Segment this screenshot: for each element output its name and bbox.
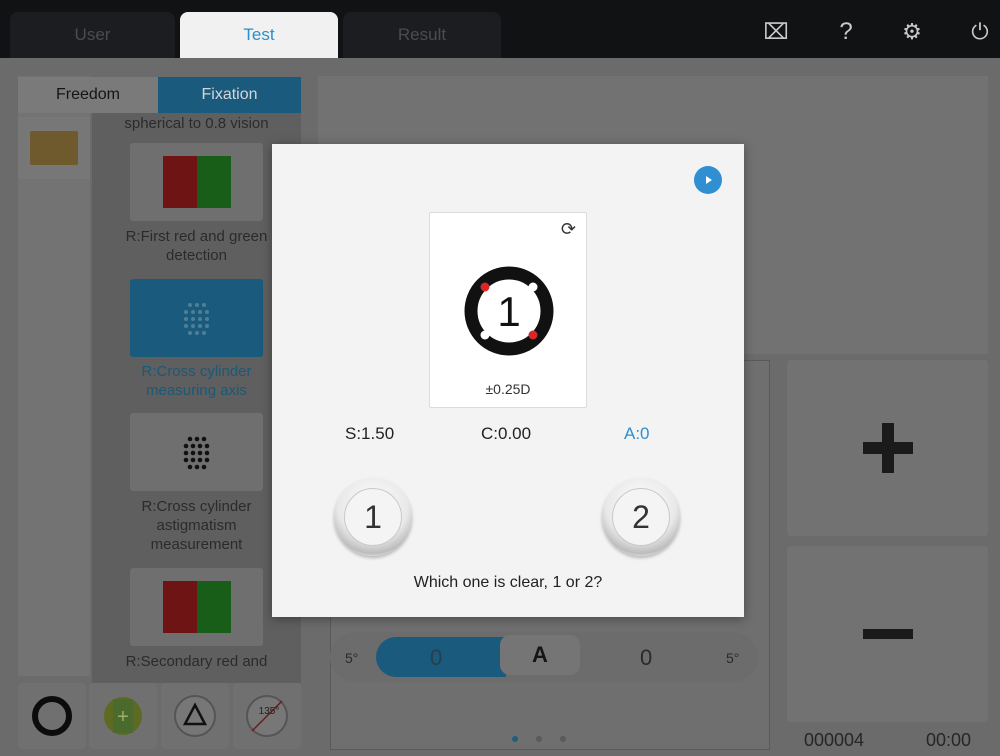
list-item-caption: R:Cross cylinder bbox=[141, 498, 252, 515]
axis-value: A:0 bbox=[624, 424, 650, 443]
choice-2-label: 2 bbox=[612, 488, 670, 546]
red-green-chart-icon bbox=[163, 581, 231, 633]
axis-label-button[interactable]: A bbox=[500, 635, 580, 675]
choice-1-button[interactable]: 1 bbox=[334, 478, 412, 556]
axis-right-value: 0 bbox=[640, 645, 653, 670]
screen-off-icon[interactable]: ⌧ bbox=[762, 18, 790, 46]
clarity-test-dialog: ⟳ 1 ±0.25D S:1.50 C:0.00 A:0 1 2 Which o… bbox=[272, 144, 744, 617]
list-item-caption: astigmatism bbox=[156, 517, 237, 534]
ring-target-icon bbox=[32, 696, 72, 736]
cross-cylinder-target-icon: 1 bbox=[464, 266, 554, 356]
question-text: Which one is clear, 1 or 2? bbox=[413, 574, 603, 591]
angle-button[interactable]: 135° bbox=[233, 683, 301, 749]
sphere-value: S:1.50 bbox=[345, 424, 395, 443]
svg-text:+: + bbox=[117, 706, 129, 728]
tab-result[interactable]: Result bbox=[343, 12, 501, 58]
list-item-caption: R:First red and green bbox=[125, 228, 268, 245]
list-item-red-green-2[interactable] bbox=[130, 568, 263, 646]
ring-target-button[interactable] bbox=[18, 683, 86, 749]
triangle-prism-icon bbox=[174, 695, 216, 737]
test-program-list: spherical to 0.8 vision R:First red and … bbox=[92, 113, 301, 683]
list-item-caption: R:Secondary red and bbox=[125, 653, 268, 670]
axis-left-value: 0 bbox=[430, 645, 443, 670]
program-folder-card[interactable] bbox=[18, 117, 90, 179]
list-item-caption: measuring axis bbox=[146, 382, 247, 399]
tab-fixation[interactable]: Fixation bbox=[158, 77, 301, 113]
list-item-caption: spherical to 0.8 vision bbox=[124, 115, 269, 132]
tab-user[interactable]: User bbox=[10, 12, 175, 58]
cylinder-power-label: ±0.25D bbox=[485, 381, 531, 397]
angle-135-icon: 135° bbox=[246, 695, 288, 737]
cylinder-value: C:0.00 bbox=[481, 424, 532, 443]
help-icon[interactable]: ? bbox=[832, 18, 860, 46]
lens-button[interactable]: + bbox=[89, 683, 157, 749]
top-bar: User Test Result ⌧ ? ⚙ ⏻ bbox=[0, 0, 1000, 58]
choice-2-button[interactable]: 2 bbox=[602, 478, 680, 556]
folder-icon bbox=[30, 131, 78, 165]
plus-button[interactable] bbox=[787, 360, 988, 536]
list-item-caption: R:Cross cylinder bbox=[141, 363, 252, 380]
dot-cluster-icon bbox=[183, 436, 210, 470]
page-dot-active[interactable] bbox=[512, 736, 518, 742]
page-dot[interactable] bbox=[536, 736, 542, 742]
tab-test[interactable]: Test bbox=[180, 12, 338, 58]
chart-preview: ⟳ 1 ±0.25D bbox=[429, 212, 587, 408]
timer: 00:00 bbox=[926, 730, 972, 750]
choice-1-label: 1 bbox=[344, 488, 402, 546]
tab-freedom[interactable]: Freedom bbox=[18, 77, 158, 113]
prism-button[interactable] bbox=[161, 683, 229, 749]
list-item-red-green-1[interactable] bbox=[130, 143, 263, 221]
page-indicator bbox=[512, 736, 566, 742]
angle-label: 135° bbox=[259, 706, 280, 717]
axis-left-step: 5° bbox=[345, 650, 359, 666]
dot-cluster-icon bbox=[184, 303, 209, 335]
list-item-cross-cylinder-astigmatism[interactable] bbox=[130, 413, 263, 491]
page-dot[interactable] bbox=[560, 736, 566, 742]
bottom-toolbar: + 135° bbox=[18, 683, 301, 751]
minus-button[interactable] bbox=[787, 546, 988, 722]
axis-right-step: 5° bbox=[726, 650, 740, 666]
play-button[interactable] bbox=[694, 166, 722, 194]
record-counter: 000004 bbox=[804, 730, 865, 750]
mode-tabs: Freedom Fixation bbox=[18, 77, 301, 113]
red-green-chart-icon bbox=[163, 156, 231, 208]
settings-icon[interactable]: ⚙ bbox=[898, 18, 926, 46]
list-item-caption: measurement bbox=[150, 536, 243, 553]
preview-digit: 1 bbox=[497, 288, 520, 335]
green-plus-lens-icon: + bbox=[104, 697, 142, 735]
list-item-caption: detection bbox=[166, 247, 227, 264]
power-icon[interactable]: ⏻ bbox=[966, 18, 994, 46]
plus-icon bbox=[862, 423, 913, 473]
minus-icon bbox=[862, 629, 913, 639]
list-item-cross-cylinder-axis[interactable] bbox=[130, 279, 263, 357]
